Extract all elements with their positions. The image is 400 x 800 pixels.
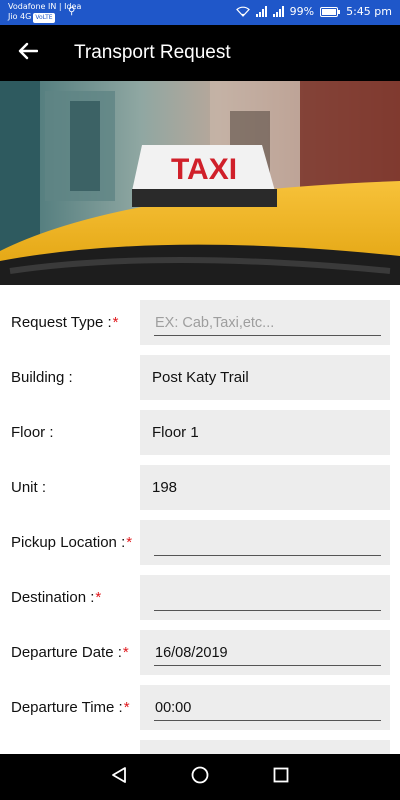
nav-recents-button[interactable] bbox=[270, 766, 292, 788]
arrow-left-icon bbox=[18, 42, 39, 65]
request-type-placeholder: EX: Cab,Taxi,etc... bbox=[155, 315, 275, 331]
required-marker: * bbox=[123, 699, 130, 716]
taxi-hero-image: TAXI bbox=[0, 81, 400, 285]
request-type-row: Request Type :* EX: Cab,Taxi,etc... bbox=[0, 300, 400, 345]
pickup-location-row: Pickup Location :* bbox=[0, 520, 400, 565]
taxi-sign-text: TAXI bbox=[171, 153, 237, 186]
required-marker: * bbox=[126, 534, 133, 551]
floor-value: Floor 1 bbox=[152, 424, 199, 441]
pickup-location-label: Pickup Location :* bbox=[11, 534, 133, 551]
status-bar: Vodafone IN | Idea Jio 4G VoLTE ⚲ 99% 5:4… bbox=[0, 0, 400, 25]
circle-home-icon bbox=[191, 766, 209, 789]
pickup-location-input[interactable] bbox=[140, 520, 390, 565]
departure-date-row: Departure Date :* 16/08/2019 bbox=[0, 630, 400, 675]
back-button[interactable] bbox=[14, 39, 42, 67]
nav-home-button[interactable] bbox=[189, 766, 211, 788]
floor-row: Floor : Floor 1 bbox=[0, 410, 400, 455]
building-row: Building : Post Katy Trail bbox=[0, 355, 400, 400]
square-recents-icon bbox=[273, 767, 289, 788]
signal-icon-1 bbox=[255, 6, 267, 17]
departure-time-value: 00:00 bbox=[155, 700, 192, 716]
navigation-bar bbox=[0, 754, 400, 800]
departure-time-row: Departure Time :* 00:00 bbox=[0, 685, 400, 730]
triangle-back-icon bbox=[111, 766, 127, 789]
unit-row: Unit : 198 bbox=[0, 465, 400, 510]
required-marker: * bbox=[122, 644, 129, 661]
departure-time-label: Departure Time :* bbox=[11, 699, 130, 716]
battery-icon bbox=[320, 6, 341, 17]
field-underline bbox=[154, 720, 381, 721]
departure-date-label: Departure Date :* bbox=[11, 644, 129, 661]
unit-value: 198 bbox=[152, 479, 178, 496]
carrier-line-2: Jio 4G bbox=[8, 12, 32, 21]
destination-label: Destination :* bbox=[11, 589, 102, 606]
field-underline bbox=[154, 610, 381, 611]
wifi-icon bbox=[235, 6, 250, 17]
app-bar: Transport Request bbox=[0, 25, 400, 81]
floor-field[interactable]: Floor 1 bbox=[140, 410, 390, 455]
request-type-label: Request Type :* bbox=[11, 314, 119, 331]
request-type-input[interactable]: EX: Cab,Taxi,etc... bbox=[140, 300, 390, 345]
battery-percent: 99% bbox=[289, 5, 315, 18]
building-field[interactable]: Post Katy Trail bbox=[140, 355, 390, 400]
building-label: Building : bbox=[11, 369, 73, 386]
field-underline bbox=[154, 335, 381, 336]
destination-input[interactable] bbox=[140, 575, 390, 620]
departure-time-input[interactable]: 00:00 bbox=[140, 685, 390, 730]
clock: 5:45 pm bbox=[346, 5, 392, 18]
nav-back-button[interactable] bbox=[108, 766, 130, 788]
building-value: Post Katy Trail bbox=[152, 369, 249, 386]
destination-row: Destination :* bbox=[0, 575, 400, 620]
unit-label: Unit : bbox=[11, 479, 47, 496]
volte-badge: VoLTE bbox=[33, 13, 55, 23]
unit-field[interactable]: 198 bbox=[140, 465, 390, 510]
required-marker: * bbox=[112, 314, 119, 331]
signal-icon-2 bbox=[272, 6, 284, 17]
page-title: Transport Request bbox=[74, 42, 231, 63]
departure-date-input[interactable]: 16/08/2019 bbox=[140, 630, 390, 675]
departure-date-value: 16/08/2019 bbox=[155, 645, 228, 661]
floor-label: Floor : bbox=[11, 424, 54, 441]
field-underline bbox=[154, 555, 381, 556]
field-underline bbox=[154, 665, 381, 666]
required-marker: * bbox=[95, 589, 102, 606]
usb-icon: ⚲ bbox=[68, 6, 76, 17]
